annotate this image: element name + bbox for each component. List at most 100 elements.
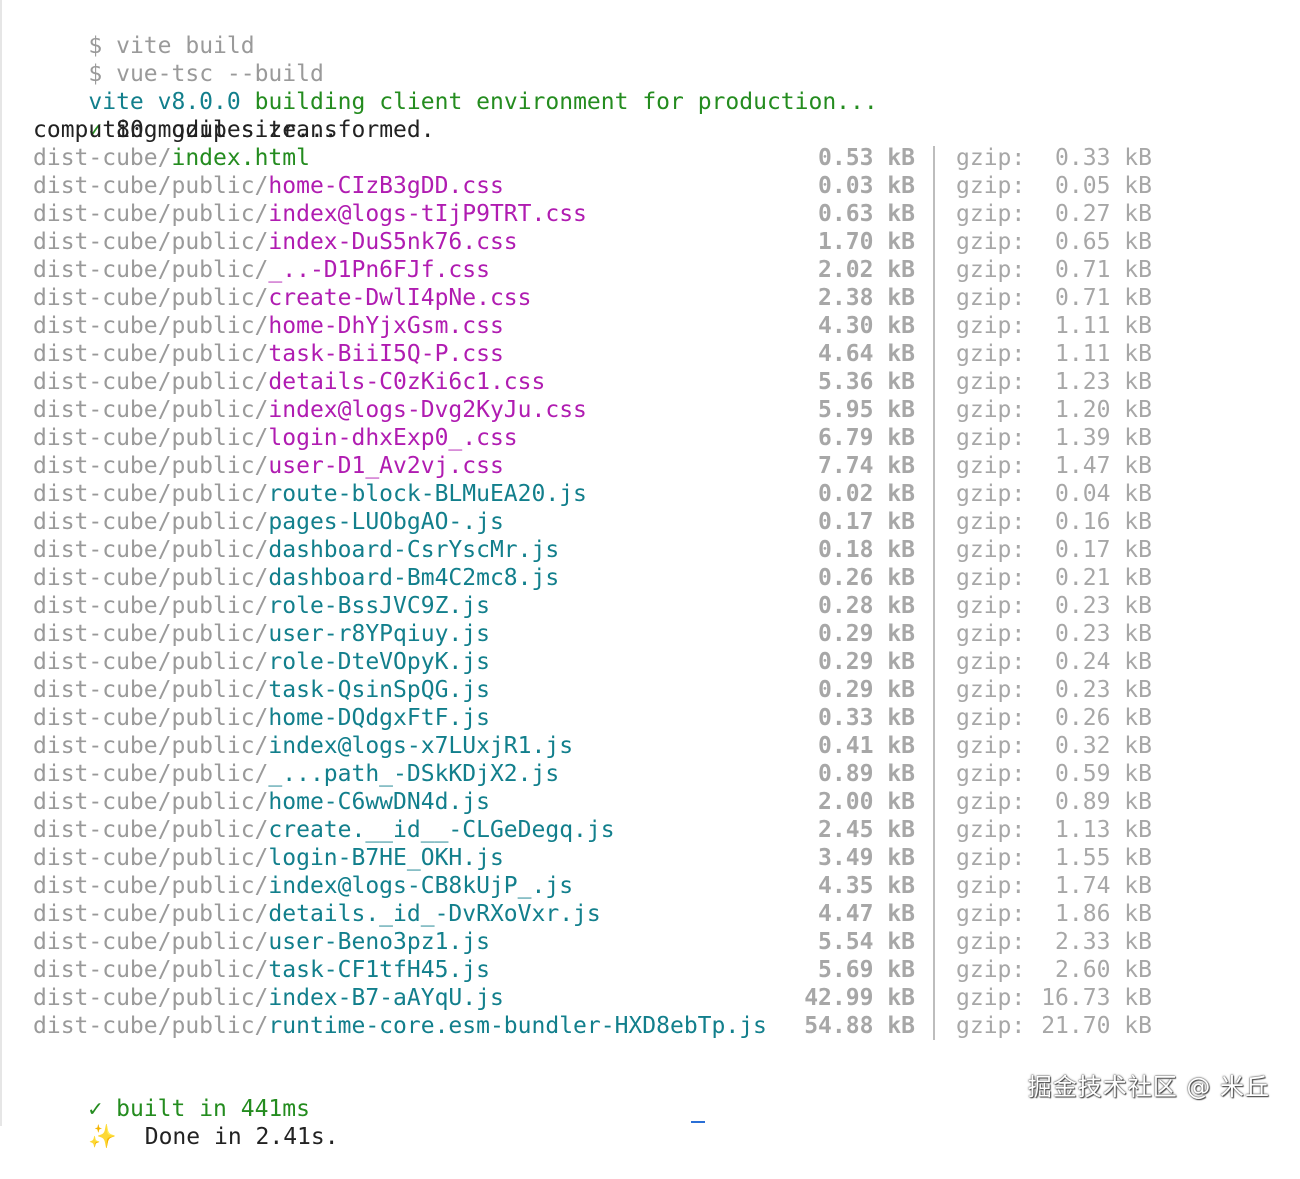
gzip-size-value: 0.04 (1055, 481, 1111, 507)
file-size: 2.02 kB (795, 256, 915, 284)
file-size-value: 4.35 (818, 873, 874, 899)
file-name: route-block-BLMuEA20.js (268, 481, 587, 507)
gzip-size-unit: kB (1124, 453, 1152, 479)
gzip-size: 0.24 kB (952, 648, 1152, 676)
file-dir: dist-cube/public/ (33, 313, 269, 339)
file-size-unit: kB (887, 481, 915, 507)
gzip-size: 0.33 kB (952, 144, 1152, 172)
file-size-value: 4.30 (818, 313, 874, 339)
file-size-unit: kB (887, 845, 915, 871)
gzip-size-unit: kB (1124, 677, 1152, 703)
file-size: 0.26 kB (795, 564, 915, 592)
file-name: task-BiiI5Q-P.css (268, 341, 504, 367)
gzip-size-value: 2.33 (1055, 929, 1111, 955)
file-row: dist-cube/public/details._id_-DvRXoVxr.j… (2, 900, 1300, 928)
file-size-unit: kB (887, 789, 915, 815)
file-name: index@logs-tIjP9TRT.css (268, 201, 587, 227)
file-size-unit: kB (887, 957, 915, 983)
file-name: task-CF1tfH45.js (268, 957, 490, 983)
file-size-value: 4.47 (818, 901, 874, 927)
file-size-unit: kB (887, 145, 915, 171)
file-size: 5.36 kB (795, 368, 915, 396)
file-name: user-Beno3pz1.js (268, 929, 490, 955)
file-row: dist-cube/public/home-DQdgxFtF.js 0.33 kB… (2, 704, 1300, 732)
file-size: 2.00 kB (795, 788, 915, 816)
file-path: dist-cube/public/login-B7HE_OKH.js (33, 844, 504, 872)
file-name: role-BssJVC9Z.js (268, 593, 490, 619)
gzip-size-value: 21.70 (1041, 1013, 1111, 1039)
gzip-size-value: 1.23 (1055, 369, 1111, 395)
file-size-value: 0.28 (818, 593, 874, 619)
file-size: 0.89 kB (795, 760, 915, 788)
file-size-unit: kB (887, 761, 915, 787)
file-row: dist-cube/public/index@logs-x7LUxjR1.js 0… (2, 732, 1300, 760)
gzip-size: 0.16 kB (952, 508, 1152, 536)
file-path: dist-cube/public/index@logs-tIjP9TRT.css (33, 200, 587, 228)
file-path: dist-cube/public/pages-LUObgAO-.js (33, 508, 504, 536)
gzip-size-unit: kB (1124, 537, 1152, 563)
file-path: dist-cube/public/index-B7-aAYqU.js (33, 984, 504, 1012)
gzip-size-value: 0.23 (1055, 593, 1111, 619)
file-row: dist-cube/public/_..-D1Pn6FJf.css 2.02 kB… (2, 256, 1300, 284)
file-size: 3.49 kB (795, 844, 915, 872)
file-dir: dist-cube/public/ (33, 677, 269, 703)
gzip-size: 1.20 kB (952, 396, 1152, 424)
file-size-unit: kB (887, 1013, 915, 1039)
file-size-value: 5.36 (818, 369, 874, 395)
terminal-output[interactable]: $ vite build $ vue-tsc --build vite v8.0… (0, 0, 1300, 1150)
gzip-size: 2.60 kB (952, 956, 1152, 984)
file-path: dist-cube/public/index-DuS5nk76.css (33, 228, 518, 256)
gzip-size: 0.59 kB (952, 760, 1152, 788)
file-size-value: 7.74 (818, 453, 874, 479)
done-text: Done in 2.41s. (144, 1124, 339, 1150)
file-size-value: 0.29 (818, 677, 874, 703)
gzip-size: 0.17 kB (952, 536, 1152, 564)
file-dir: dist-cube/public/ (33, 705, 269, 731)
file-size-unit: kB (887, 425, 915, 451)
file-size-unit: kB (887, 369, 915, 395)
file-row: dist-cube/public/user-Beno3pz1.js 5.54 kB… (2, 928, 1300, 956)
file-path: dist-cube/public/_...path_-DSkKDjX2.js (33, 760, 559, 788)
done-status: ✨ Done in 2.41s. (33, 1095, 338, 1150)
file-name: _...path_-DSkKDjX2.js (268, 761, 560, 787)
gzip-size-value: 0.71 (1055, 257, 1111, 283)
file-size-value: 3.49 (818, 845, 874, 871)
file-path: dist-cube/public/index@logs-Dvg2KyJu.css (33, 396, 587, 424)
file-row: dist-cube/public/login-B7HE_OKH.js 3.49 k… (2, 844, 1300, 872)
file-size: 4.35 kB (795, 872, 915, 900)
gzip-size: 0.23 kB (952, 676, 1152, 704)
file-row: dist-cube/public/_...path_-DSkKDjX2.js 0.… (2, 760, 1300, 788)
file-size: 0.63 kB (795, 200, 915, 228)
file-dir: dist-cube/public/ (33, 565, 269, 591)
file-dir: dist-cube/public/ (33, 621, 269, 647)
gzip-size-value: 1.47 (1055, 453, 1111, 479)
file-path: dist-cube/public/dashboard-Bm4C2mc8.js (33, 564, 559, 592)
file-size-unit: kB (887, 201, 915, 227)
file-row: dist-cube/public/home-DhYjxGsm.css 4.30 k… (2, 312, 1300, 340)
file-name: user-r8YPqiuy.js (268, 621, 490, 647)
file-dir: dist-cube/public/ (33, 985, 269, 1011)
file-path: dist-cube/public/details._id_-DvRXoVxr.j… (33, 900, 601, 928)
file-path: dist-cube/public/_..-D1Pn6FJf.css (33, 256, 490, 284)
gzip-size-value: 0.16 (1055, 509, 1111, 535)
file-name: index.html (171, 145, 310, 171)
gzip-size-unit: kB (1124, 229, 1152, 255)
gzip-size-unit: kB (1124, 509, 1152, 535)
file-row: dist-cube/public/dashboard-Bm4C2mc8.js 0.… (2, 564, 1300, 592)
file-name: home-DhYjxGsm.css (268, 313, 504, 339)
gzip-size: 0.71 kB (952, 284, 1152, 312)
file-size-value: 6.79 (818, 425, 874, 451)
gzip-size-unit: kB (1124, 733, 1152, 759)
gzip-size-unit: kB (1124, 985, 1152, 1011)
built-status: ✓ built in 441ms (33, 1067, 310, 1122)
file-path: dist-cube/index.html (33, 144, 310, 172)
file-size-unit: kB (887, 453, 915, 479)
gzip-size-unit: kB (1124, 481, 1152, 507)
file-row: dist-cube/public/dashboard-CsrYscMr.js 0.… (2, 536, 1300, 564)
gzip-size-value: 0.65 (1055, 229, 1111, 255)
file-size: 54.88 kB (795, 1012, 915, 1040)
gzip-size-value: 1.20 (1055, 397, 1111, 423)
file-dir: dist-cube/public/ (33, 789, 269, 815)
gzip-size-value: 1.11 (1055, 313, 1111, 339)
gzip-size-value: 0.71 (1055, 285, 1111, 311)
